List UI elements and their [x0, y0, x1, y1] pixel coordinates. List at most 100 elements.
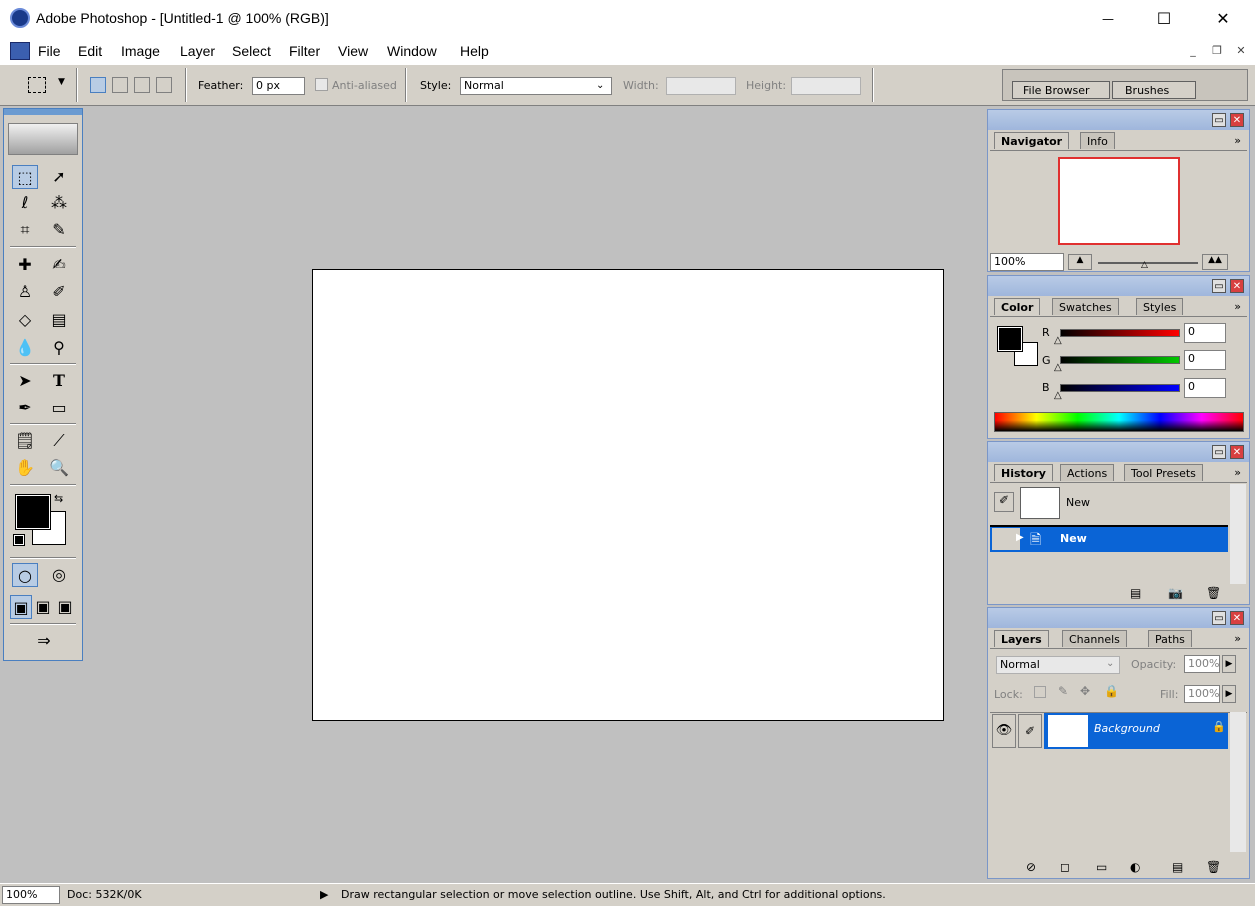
width-input[interactable] [666, 77, 736, 95]
hand-tool-icon[interactable]: ✋ [12, 456, 38, 480]
blue-value-input[interactable]: 0 [1184, 378, 1226, 398]
layer-style-icon[interactable]: ⊘ [1026, 860, 1036, 874]
marquee-tool-icon[interactable]: ⬚ [12, 165, 38, 189]
tab-styles[interactable]: Styles [1136, 298, 1184, 315]
adobe-online-icon[interactable] [8, 123, 78, 155]
fill-input[interactable]: 100% [1184, 685, 1220, 703]
blend-mode-select[interactable]: Normal [996, 656, 1120, 674]
menu-edit[interactable]: Edit [78, 43, 102, 59]
zoom-out-icon[interactable]: ▲ [1068, 254, 1092, 270]
intersect-selection-icon[interactable] [156, 77, 172, 93]
height-input[interactable] [791, 77, 861, 95]
palette-close-icon[interactable]: ✕ [1230, 445, 1244, 459]
menu-help[interactable]: Help [460, 43, 489, 59]
tab-navigator[interactable]: Navigator [994, 132, 1070, 149]
lock-position-icon[interactable]: ✥ [1080, 684, 1090, 698]
opacity-arrow-icon[interactable]: ▶ [1222, 655, 1236, 673]
tab-color[interactable]: Color [994, 298, 1041, 315]
palette-collapse-icon[interactable]: ▭ [1212, 113, 1226, 127]
close-button[interactable]: ✕ [1200, 4, 1246, 34]
tab-actions[interactable]: Actions [1060, 464, 1115, 481]
palette-close-icon[interactable]: ✕ [1230, 113, 1244, 127]
layer-name[interactable]: Background [1094, 722, 1160, 735]
menu-select[interactable]: Select [232, 43, 271, 59]
style-select[interactable]: Normal [460, 77, 612, 95]
eyedropper-tool-icon[interactable]: ⟋ [46, 429, 72, 453]
type-tool-icon[interactable]: T [46, 369, 72, 393]
blend-mode-chevron-down-icon[interactable]: ⌄ [1106, 658, 1114, 669]
layers-scrollbar[interactable] [1230, 712, 1246, 852]
layer-visibility-eye-icon[interactable]: 👁 [992, 714, 1016, 748]
healing-brush-tool-icon[interactable]: ✚ [12, 253, 38, 277]
history-state-label[interactable]: New [1060, 532, 1087, 545]
palette-menu-icon[interactable]: » [1234, 134, 1241, 147]
palette-menu-icon[interactable]: » [1234, 466, 1241, 479]
palette-title-bar[interactable] [988, 608, 1249, 628]
snapshot-label[interactable]: New [1066, 496, 1090, 509]
layer-mask-icon[interactable]: ◻ [1060, 860, 1070, 874]
palette-collapse-icon[interactable]: ▭ [1212, 445, 1226, 459]
zoom-slider[interactable] [1098, 262, 1198, 264]
red-value-input[interactable]: 0 [1184, 323, 1226, 343]
minimize-button[interactable]: — [1085, 4, 1131, 34]
palette-collapse-icon[interactable]: ▭ [1212, 279, 1226, 293]
tab-paths[interactable]: Paths [1148, 630, 1192, 647]
layer-thumbnail[interactable] [1048, 715, 1088, 747]
tab-history[interactable]: History [994, 464, 1053, 481]
standard-mode-icon[interactable]: ○ [12, 563, 38, 587]
tab-brushes[interactable]: Brushes [1112, 81, 1196, 99]
standard-screen-mode-icon[interactable]: ▣ [10, 595, 32, 619]
snapshot-thumbnail[interactable] [1020, 487, 1060, 519]
dodge-tool-icon[interactable]: ⚲ [46, 336, 72, 360]
new-selection-icon[interactable] [90, 77, 106, 93]
maximize-button[interactable]: ☐ [1141, 4, 1187, 34]
menu-image[interactable]: Image [121, 43, 160, 59]
eraser-tool-icon[interactable]: ◇ [12, 308, 38, 332]
menu-layer[interactable]: Layer [180, 43, 215, 59]
doc-close-button[interactable]: ✕ [1232, 44, 1250, 58]
rectangle-tool-icon[interactable]: ▭ [46, 396, 72, 420]
app-icon[interactable] [10, 8, 30, 28]
toolbox-header[interactable] [4, 109, 82, 115]
gradient-tool-icon[interactable]: ▤ [46, 308, 72, 332]
doc-minimize-button[interactable]: _ [1184, 44, 1202, 58]
delete-layer-icon[interactable]: 🗑 [1206, 860, 1221, 874]
blur-tool-icon[interactable]: 💧 [12, 336, 38, 360]
marquee-preset-icon[interactable] [28, 77, 46, 93]
new-snapshot-icon[interactable]: 📷 [1168, 586, 1183, 600]
navigator-thumbnail[interactable] [1058, 157, 1180, 245]
palette-collapse-icon[interactable]: ▭ [1212, 611, 1226, 625]
menu-file[interactable]: File [38, 43, 61, 59]
palette-close-icon[interactable]: ✕ [1230, 611, 1244, 625]
quick-mask-mode-icon[interactable]: ◎ [46, 563, 72, 587]
layer-brush-icon[interactable]: ✐ [1018, 714, 1042, 748]
style-chevron-down-icon[interactable]: ⌄ [596, 80, 604, 91]
lock-transparency-icon[interactable] [1034, 686, 1046, 698]
full-screen-menu-mode-icon[interactable]: ▣ [32, 595, 54, 619]
zoom-slider-handle[interactable]: △ [1141, 260, 1148, 270]
new-group-icon[interactable]: ▭ [1096, 860, 1107, 874]
jump-to-imageready-icon[interactable]: ⇒ [26, 629, 62, 653]
palette-menu-icon[interactable]: » [1234, 632, 1241, 645]
tab-tool-presets[interactable]: Tool Presets [1124, 464, 1203, 481]
doc-restore-button[interactable]: ❐ [1208, 44, 1226, 58]
feather-input[interactable]: 0 px [252, 77, 305, 95]
crop-tool-icon[interactable]: ⌗ [12, 218, 38, 242]
history-brush-source-icon[interactable]: ✐ [994, 492, 1014, 512]
green-slider-handle[interactable]: △ [1054, 362, 1062, 373]
tab-file-browser[interactable]: File Browser [1012, 81, 1110, 99]
document-canvas[interactable] [312, 269, 944, 721]
default-colors-icon[interactable] [13, 534, 25, 546]
menu-view[interactable]: View [338, 43, 368, 59]
red-slider[interactable] [1060, 329, 1180, 337]
notes-tool-icon[interactable]: 🗒 [12, 429, 38, 453]
status-menu-arrow-icon[interactable]: ▶ [320, 888, 328, 901]
new-layer-icon[interactable]: ▤ [1172, 860, 1183, 874]
preset-dropdown-icon[interactable]: ▼ [58, 77, 65, 87]
red-slider-handle[interactable]: △ [1054, 335, 1062, 346]
color-foreground-swatch[interactable] [997, 326, 1023, 352]
history-brush-tool-icon[interactable]: ✐ [46, 280, 72, 304]
new-document-icon[interactable]: ▤ [1130, 586, 1141, 600]
magic-wand-tool-icon[interactable]: ⁂ [46, 191, 72, 215]
slice-tool-icon[interactable]: ✎ [46, 218, 72, 242]
